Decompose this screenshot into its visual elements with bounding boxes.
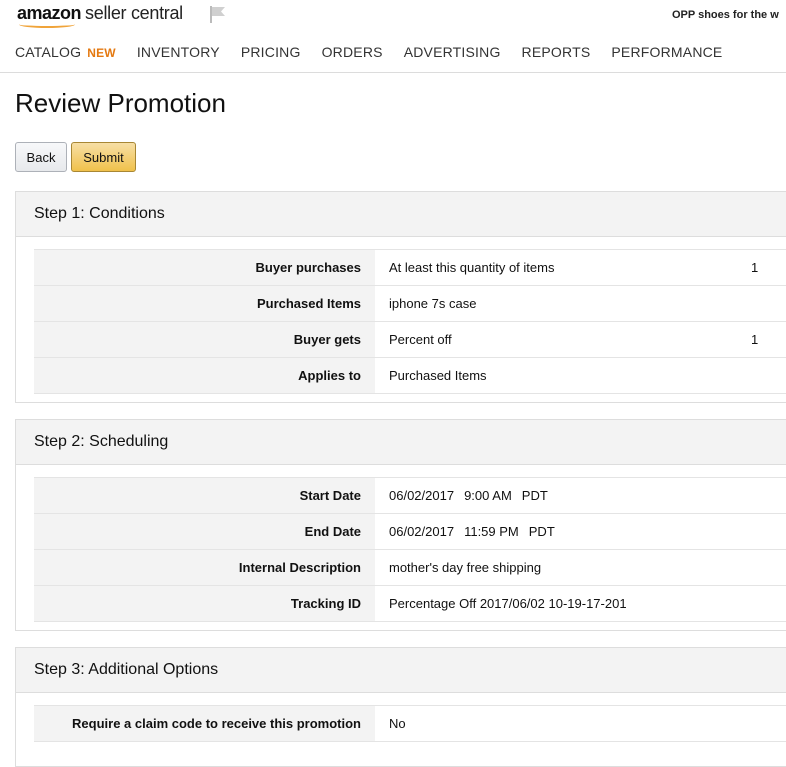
table-row: End Date 06/02/2017 11:59 PM PDT <box>34 513 786 549</box>
end-date-value: 06/02/2017 11:59 PM PDT <box>375 514 786 549</box>
applies-to-value: Purchased Items <box>389 368 487 383</box>
row-label: Require a claim code to receive this pro… <box>34 706 375 741</box>
row-label: End Date <box>34 514 375 549</box>
buyer-purchases-qty: 1 <box>751 260 759 275</box>
buyer-purchases-value: At least this quantity of items <box>389 260 555 275</box>
row-value: Percent off 1 <box>375 322 786 357</box>
purchased-items-value: iphone 7s case <box>389 296 477 311</box>
step3-title: Step 3: Additional Options <box>16 648 786 693</box>
nav-pricing[interactable]: PRICING <box>241 44 301 60</box>
claim-code-value: No <box>389 716 406 731</box>
step2-title: Step 2: Scheduling <box>16 420 786 465</box>
nav-advertising[interactable]: ADVERTISING <box>404 44 501 60</box>
buyer-gets-value: Percent off <box>389 332 452 347</box>
row-label: Buyer purchases <box>34 250 375 285</box>
row-label: Purchased Items <box>34 286 375 321</box>
step2-scheduling-section: Step 2: Scheduling Start Date 06/02/2017… <box>15 419 786 631</box>
row-label: Start Date <box>34 478 375 513</box>
main-nav: CATALOG NEW INVENTORY PRICING ORDERS ADVE… <box>15 44 743 60</box>
row-label: Buyer gets <box>34 322 375 357</box>
step3-additional-options-section: Step 3: Additional Options Require a cla… <box>15 647 786 767</box>
step3-table: Require a claim code to receive this pro… <box>16 693 786 742</box>
nav-inventory[interactable]: INVENTORY <box>137 44 220 60</box>
start-timezone: PDT <box>521 488 548 503</box>
top-header: amazon seller central OPP shoes for the … <box>0 0 786 73</box>
logo-amazon-text: amazon <box>17 3 82 28</box>
submit-button[interactable]: Submit <box>71 142 136 172</box>
new-badge: NEW <box>87 46 116 60</box>
row-label: Tracking ID <box>34 586 375 621</box>
start-date: 06/02/2017 <box>389 488 455 503</box>
logo-seller-central-text: seller central <box>85 3 183 23</box>
nav-catalog-label: CATALOG <box>15 44 82 60</box>
back-button[interactable]: Back <box>15 142 67 172</box>
store-name[interactable]: OPP shoes for the w <box>672 9 779 21</box>
table-row: Require a claim code to receive this pro… <box>34 705 786 742</box>
row-label: Applies to <box>34 358 375 393</box>
end-timezone: PDT <box>528 524 555 539</box>
internal-description-value: mother's day free shipping <box>389 560 542 575</box>
table-row: Applies to Purchased Items <box>34 357 786 394</box>
tracking-id-value: Percentage Off 2017/06/02 10-19-17-201 <box>389 596 627 611</box>
flag-icon[interactable] <box>208 4 228 24</box>
step2-table: Start Date 06/02/2017 9:00 AM PDT End Da… <box>16 465 786 622</box>
nav-reports[interactable]: REPORTS <box>522 44 591 60</box>
table-row: Start Date 06/02/2017 9:00 AM PDT <box>34 477 786 513</box>
end-time: 11:59 PM <box>464 524 519 539</box>
table-row: Tracking ID Percentage Off 2017/06/02 10… <box>34 585 786 622</box>
start-time: 9:00 AM <box>464 488 512 503</box>
end-date: 06/02/2017 <box>389 524 455 539</box>
nav-catalog[interactable]: CATALOG NEW <box>15 44 116 60</box>
step1-table: Buyer purchases At least this quantity o… <box>16 237 786 394</box>
nav-orders[interactable]: ORDERS <box>322 44 383 60</box>
row-value: At least this quantity of items 1 <box>375 250 786 285</box>
buyer-gets-qty: 1 <box>751 332 759 347</box>
table-row: Buyer gets Percent off 1 <box>34 321 786 357</box>
table-row: Purchased Items iphone 7s case <box>34 285 786 321</box>
table-row: Internal Description mother's day free s… <box>34 549 786 585</box>
nav-performance[interactable]: PERFORMANCE <box>611 44 722 60</box>
page-title: Review Promotion <box>15 88 226 118</box>
start-date-value: 06/02/2017 9:00 AM PDT <box>375 478 786 513</box>
table-row: Buyer purchases At least this quantity o… <box>34 249 786 285</box>
amazon-seller-central-logo[interactable]: amazon seller central <box>17 3 183 28</box>
step1-conditions-section: Step 1: Conditions Buyer purchases At le… <box>15 191 786 403</box>
step1-title: Step 1: Conditions <box>16 192 786 237</box>
row-label: Internal Description <box>34 550 375 585</box>
